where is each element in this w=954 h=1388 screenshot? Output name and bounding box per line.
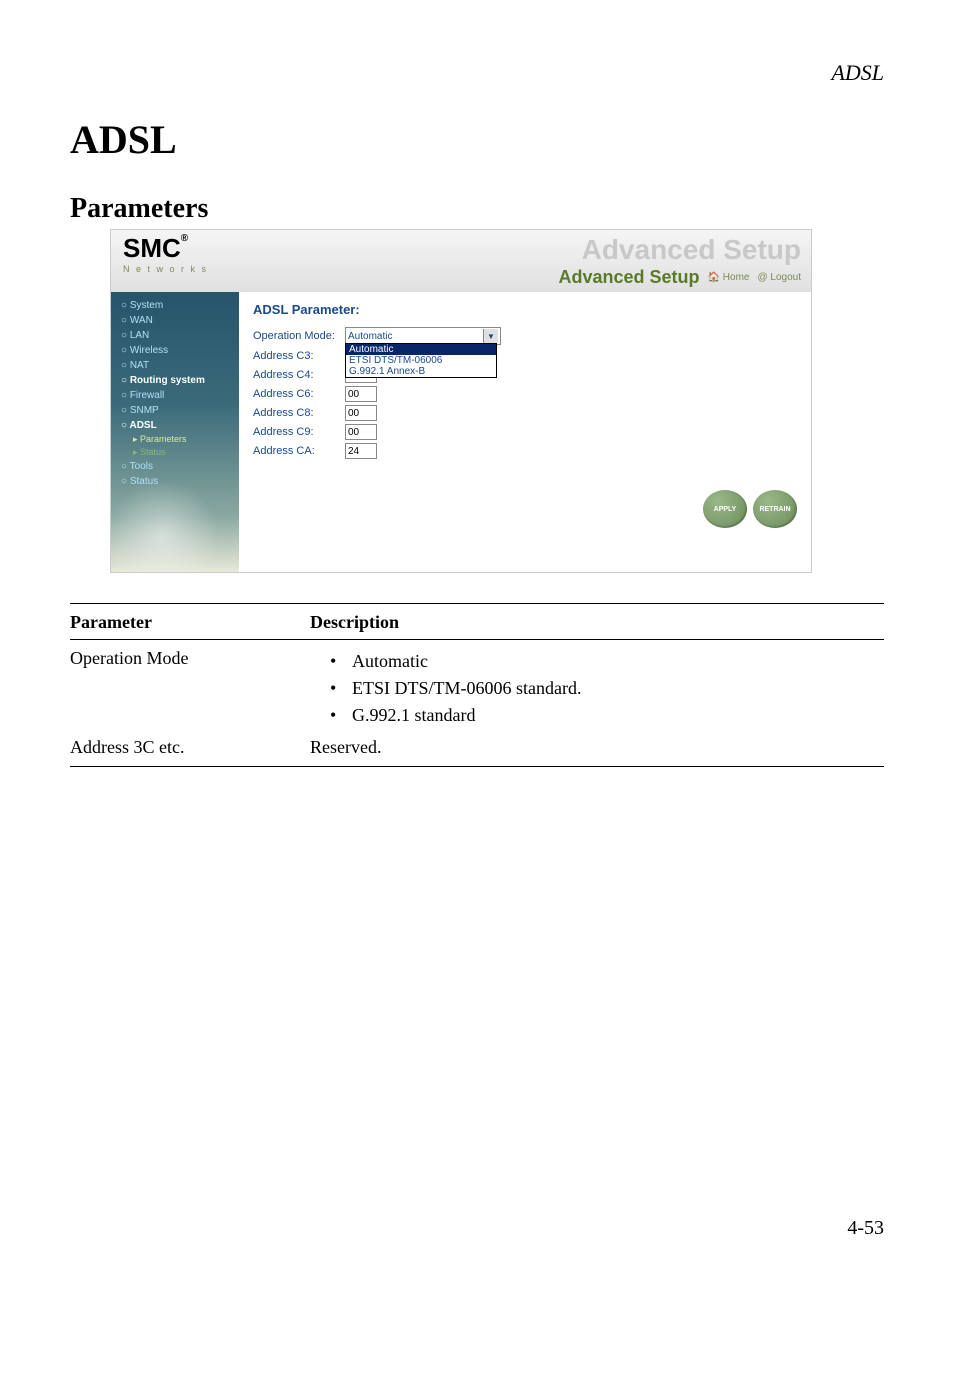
section-heading: Parameters	[70, 193, 884, 225]
table-cell-parameter: Address 3C etc.	[70, 733, 310, 762]
operation-mode-value: Automatic	[348, 331, 392, 342]
sidebar-item-label: SNMP	[130, 405, 159, 416]
sidebar-item-tools[interactable]: ○ Tools	[111, 459, 239, 474]
bullet-icon: ○	[121, 390, 127, 401]
sidebar-item-firewall[interactable]: ○ Firewall	[111, 388, 239, 403]
registered-icon: ®	[181, 233, 188, 244]
address-label: Address CA:	[253, 445, 345, 457]
page-number: 4-53	[847, 1217, 884, 1240]
logout-icon: @	[757, 272, 767, 283]
address-input[interactable]	[345, 386, 377, 402]
logout-link[interactable]: @ Logout	[757, 272, 801, 283]
bullet-icon: ○	[121, 405, 127, 416]
dropdown-option[interactable]: Automatic	[346, 344, 496, 355]
address-row: Address C9:	[253, 424, 797, 440]
home-link[interactable]: 🏠 Home	[708, 272, 750, 283]
address-input[interactable]	[345, 443, 377, 459]
sidebar-item-label: Routing system	[130, 375, 205, 386]
sidebar-item-label: ADSL	[129, 420, 156, 431]
sidebar-sub-parameters[interactable]: ▸ Parameters	[111, 433, 239, 446]
sidebar-item-routing[interactable]: ○ Routing system	[111, 373, 239, 388]
logo-text: SMC	[123, 233, 181, 264]
sidebar-sub-label: Status	[140, 447, 166, 457]
operation-mode-label: Operation Mode:	[253, 330, 345, 342]
bullet-icon: ○	[121, 420, 127, 431]
dropdown-option[interactable]: G.992.1 Annex-B	[346, 366, 496, 377]
sidebar-sub-label: Parameters	[140, 434, 187, 444]
sidebar-item-label: Tools	[130, 461, 153, 472]
sidebar-sub-status[interactable]: ▸ Status	[111, 446, 239, 459]
sidebar-item-label: Firewall	[130, 390, 164, 401]
address-row: Address C3:	[253, 348, 797, 364]
sidebar-item-wan[interactable]: ○ WAN	[111, 313, 239, 328]
bullet-icon: ○	[121, 345, 127, 356]
table-cell-parameter: Operation Mode	[70, 644, 310, 733]
table-cell-description: Automatic ETSI DTS/TM-06006 standard. G.…	[310, 644, 884, 733]
address-row: Address C4:	[253, 367, 797, 383]
logo-subtext: N e t w o r k s	[123, 264, 208, 274]
table-rule	[70, 639, 884, 640]
operation-mode-row: Operation Mode: Automatic ▼ Automatic ET…	[253, 327, 797, 345]
bullet-icon: ○	[121, 461, 127, 472]
address-input[interactable]	[345, 424, 377, 440]
table-header-parameter: Parameter	[70, 610, 310, 635]
bullet-icon: ○	[121, 315, 127, 326]
content-panel: ADSL Parameter: Operation Mode: Automati…	[239, 292, 811, 572]
router-screenshot: SMC ® N e t w o r k s Advanced Setup Adv…	[110, 229, 812, 573]
table-header-description: Description	[310, 610, 884, 635]
page-title: ADSL	[70, 116, 884, 163]
sidebar-item-label: NAT	[130, 360, 149, 371]
list-item: G.992.1 standard	[330, 702, 884, 729]
bullet-icon: ○	[121, 375, 127, 386]
header-right: Advanced Setup 🏠 Home @ Logout	[559, 267, 801, 288]
table-top-rule	[70, 603, 884, 604]
bullet-icon: ○	[121, 360, 127, 371]
bullet-icon: ○	[121, 300, 127, 311]
sidebar-item-label: Wireless	[130, 345, 168, 356]
list-item: ETSI DTS/TM-06006 standard.	[330, 675, 884, 702]
sidebar-item-snmp[interactable]: ○ SNMP	[111, 403, 239, 418]
address-label: Address C9:	[253, 426, 345, 438]
retrain-button[interactable]: RETRAIN	[753, 490, 797, 528]
address-row: Address CA:	[253, 443, 797, 459]
sidebar-item-system[interactable]: ○ System	[111, 298, 239, 313]
address-input[interactable]	[345, 405, 377, 421]
screenshot-header: SMC ® N e t w o r k s Advanced Setup Adv…	[111, 230, 811, 292]
apply-button[interactable]: APPLY	[703, 490, 747, 528]
sidebar-item-label: WAN	[130, 315, 153, 326]
dropdown-option[interactable]: ETSI DTS/TM-06006	[346, 355, 496, 366]
operation-mode-dropdown: Automatic ETSI DTS/TM-06006 G.992.1 Anne…	[345, 343, 497, 378]
watermark-text: Advanced Setup	[582, 234, 801, 266]
home-label: Home	[723, 272, 750, 283]
address-label: Address C3:	[253, 350, 345, 362]
logo: SMC ® N e t w o r k s	[111, 229, 220, 292]
bullet-icon: ○	[121, 330, 127, 341]
content-heading: ADSL Parameter:	[253, 302, 797, 317]
parameter-table: Parameter Description Operation Mode Aut…	[70, 610, 884, 771]
advanced-setup-label: Advanced Setup	[559, 267, 700, 288]
sidebar-item-nat[interactable]: ○ NAT	[111, 358, 239, 373]
address-row: Address C8:	[253, 405, 797, 421]
running-header: ADSL	[70, 60, 884, 86]
list-item: Automatic	[330, 648, 884, 675]
home-icon: 🏠	[708, 272, 720, 283]
sidebar-item-lan[interactable]: ○ LAN	[111, 328, 239, 343]
sidebar-item-wireless[interactable]: ○ Wireless	[111, 343, 239, 358]
address-row: Address C6:	[253, 386, 797, 402]
table-bottom-rule	[70, 766, 884, 767]
address-label: Address C4:	[253, 369, 345, 381]
sidebar-item-label: System	[130, 300, 163, 311]
sidebar: ○ System ○ WAN ○ LAN ○ Wireless ○ NAT ○ …	[111, 292, 239, 572]
sidebar-item-label: LAN	[130, 330, 149, 341]
sidebar-decoration	[111, 482, 239, 572]
chevron-down-icon: ▼	[483, 329, 498, 343]
address-label: Address C6:	[253, 388, 345, 400]
sidebar-item-adsl[interactable]: ○ ADSL	[111, 418, 239, 433]
table-cell-description: Reserved.	[310, 733, 884, 762]
address-label: Address C8:	[253, 407, 345, 419]
logout-label: Logout	[770, 272, 801, 283]
